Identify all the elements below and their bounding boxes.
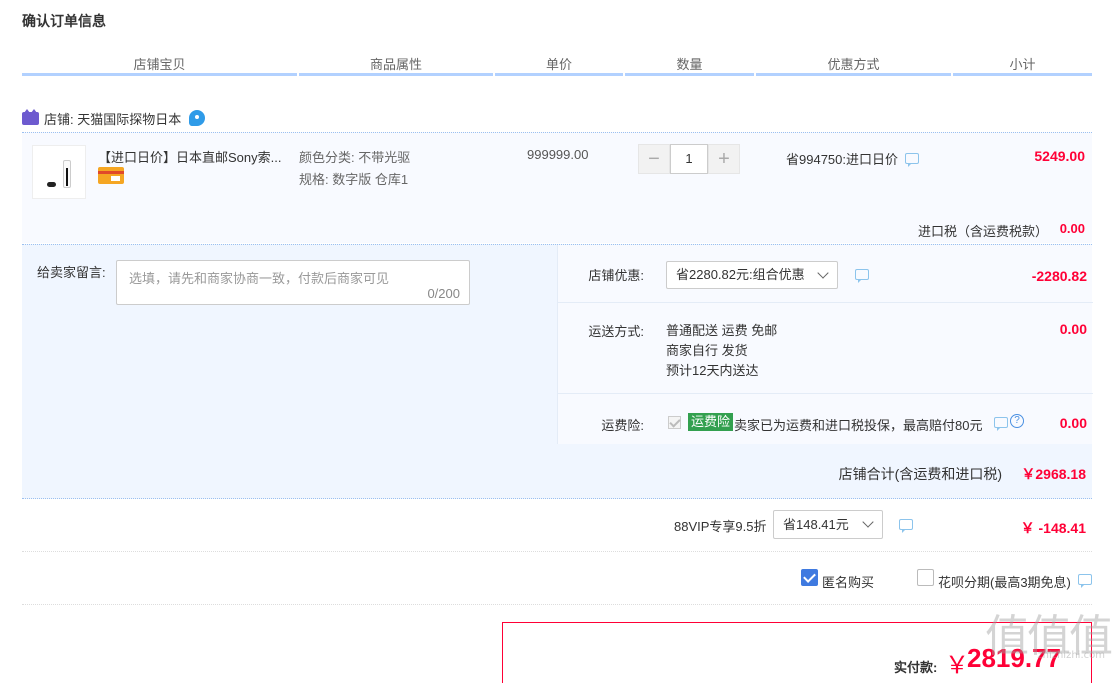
quantity-decrease-button[interactable]: − [638,144,670,174]
tmall-cat-icon [22,108,39,125]
product-thumbnail[interactable] [32,145,86,199]
anonymous-purchase-checkbox[interactable] [801,569,818,586]
import-tax-value: 0.00 [1059,221,1085,236]
shop-discount-amount: -2280.82 [1031,268,1087,284]
shipping-method: 普通配送 运费 免邮 [666,323,778,338]
column-header-discount: 优惠方式 [756,54,951,76]
item-subtotal: 5249.00 [1034,148,1085,164]
column-header-item: 店铺宝贝 [22,54,297,76]
shop-discount-label: 店铺优惠: [588,268,644,283]
shipping-fulfillment: 商家自行 发货 [666,343,748,358]
vip-discount-label: 88VIP专享9.5折 [674,519,767,534]
quantity-increase-button[interactable]: + [708,144,740,174]
anonymous-purchase-label[interactable]: 匿名购买 [822,572,874,591]
order-options-panel: 店铺优惠: 省2280.82元:组合优惠 -2280.82 运送方式: 普通配送… [557,245,1093,444]
item-promotion: 省994750:进口日价 [786,152,898,167]
huabei-installment-label[interactable]: 花呗分期(最高3期免息) [938,572,1071,591]
quantity-input[interactable]: 1 [670,144,708,174]
insurance-info-icon[interactable] [994,417,1008,431]
controller-image [47,182,56,187]
payment-label: 实付款: [894,660,938,675]
vip-info-icon[interactable] [899,519,913,533]
chevron-down-icon [817,267,829,279]
vip-discount-selected: 省148.41元 [783,517,849,532]
column-header-quantity: 数量 [625,54,754,76]
product-title-link[interactable]: 【进口日价】日本直邮Sony索... [98,147,288,166]
quantity-stepper: − 1 + [638,144,742,174]
shop-discount-select[interactable]: 省2280.82元:组合优惠 [666,261,838,289]
help-circle-icon[interactable]: ? [1010,414,1024,428]
order-detail-block: 给卖家留言: 选填，请先和商家协商一致，付款后商家可见 0/200 店铺优惠: … [22,244,1093,499]
unit-price: 999999.00 [527,147,589,162]
chevron-down-icon [862,516,874,528]
seller-message-counter: 0/200 [427,286,460,301]
vip-discount-select[interactable]: 省148.41元 [773,510,883,539]
seller-message-placeholder: 选填，请先和商家协商一致，付款后商家可见 [129,271,390,286]
insurance-badge: 运费险 [688,413,734,431]
payment-currency: ￥ [945,652,969,679]
credit-card-icon [98,167,124,184]
shop-discount-selected: 省2280.82元:组合优惠 [676,267,805,282]
shipping-details: 普通配送 运费 免邮 商家自行 发货 预计12天内送达 [666,321,777,381]
chat-wangwang-icon[interactable] [189,110,206,126]
shipping-insurance-row: 运费险: 运费险 卖家已为运费和进口税投保，最高赔付80元 ? 0.00 [558,394,1093,444]
page-title: 确认订单信息 [22,13,106,29]
vip-discount-amount: ￥ -148.41 [1020,520,1086,536]
seller-message-label: 给卖家留言: [37,265,106,280]
order-options-row: 匿名购买 花呗分期(最高3期免息) [22,553,1092,605]
shipping-eta: 预计12天内送达 [666,363,759,378]
discount-info-icon[interactable] [855,269,869,283]
shop-row: 店铺: 天猫国际探物日本 [22,108,206,128]
huabei-installment-checkbox[interactable] [917,569,934,586]
column-header-unit-price: 单价 [495,54,623,76]
insurance-label: 运费险: [601,418,644,433]
import-tax-label: 进口税（含运费税款） [917,224,1048,239]
vip-discount-row: 88VIP专享9.5折 省148.41元 ￥ -148.41 [22,500,1092,552]
shop-discount-row: 店铺优惠: 省2280.82元:组合优惠 -2280.82 [558,245,1093,303]
promotion-info-icon[interactable] [905,153,919,167]
watermark-url: zhizhizhi.com [1037,650,1105,661]
order-item: 【进口日价】日本直邮Sony索... 颜色分类: 不带光驱 规格: 数字版 仓库… [22,132,1092,243]
insurance-checkbox[interactable] [668,416,681,429]
order-column-header: 店铺宝贝 商品属性 单价 数量 优惠方式 小计 [22,54,1092,76]
insurance-amount: 0.00 [1059,415,1087,431]
huabei-info-icon[interactable] [1078,574,1092,588]
insurance-description: 卖家已为运费和进口税投保，最高赔付80元 [734,418,983,433]
product-attr-spec: 规格: 数字版 仓库1 [299,172,409,187]
shop-total-label: 店铺合计(含运费和进口税) [838,466,1002,482]
shipping-label: 运送方式: [588,324,644,339]
shipping-amount: 0.00 [1059,321,1087,337]
shop-total-value: ￥2968.18 [1021,466,1086,482]
column-header-subtotal: 小计 [953,54,1092,76]
shop-name-link[interactable]: 店铺: 天猫国际探物日本 [44,109,181,128]
seller-message-textarea[interactable]: 选填，请先和商家协商一致，付款后商家可见 0/200 [116,260,470,305]
column-header-attributes: 商品属性 [299,54,493,76]
shipping-row: 运送方式: 普通配送 运费 免邮 商家自行 发货 预计12天内送达 0.00 [558,303,1093,394]
product-attr-color: 颜色分类: 不带光驱 [299,150,411,165]
console-stripe [66,168,68,186]
